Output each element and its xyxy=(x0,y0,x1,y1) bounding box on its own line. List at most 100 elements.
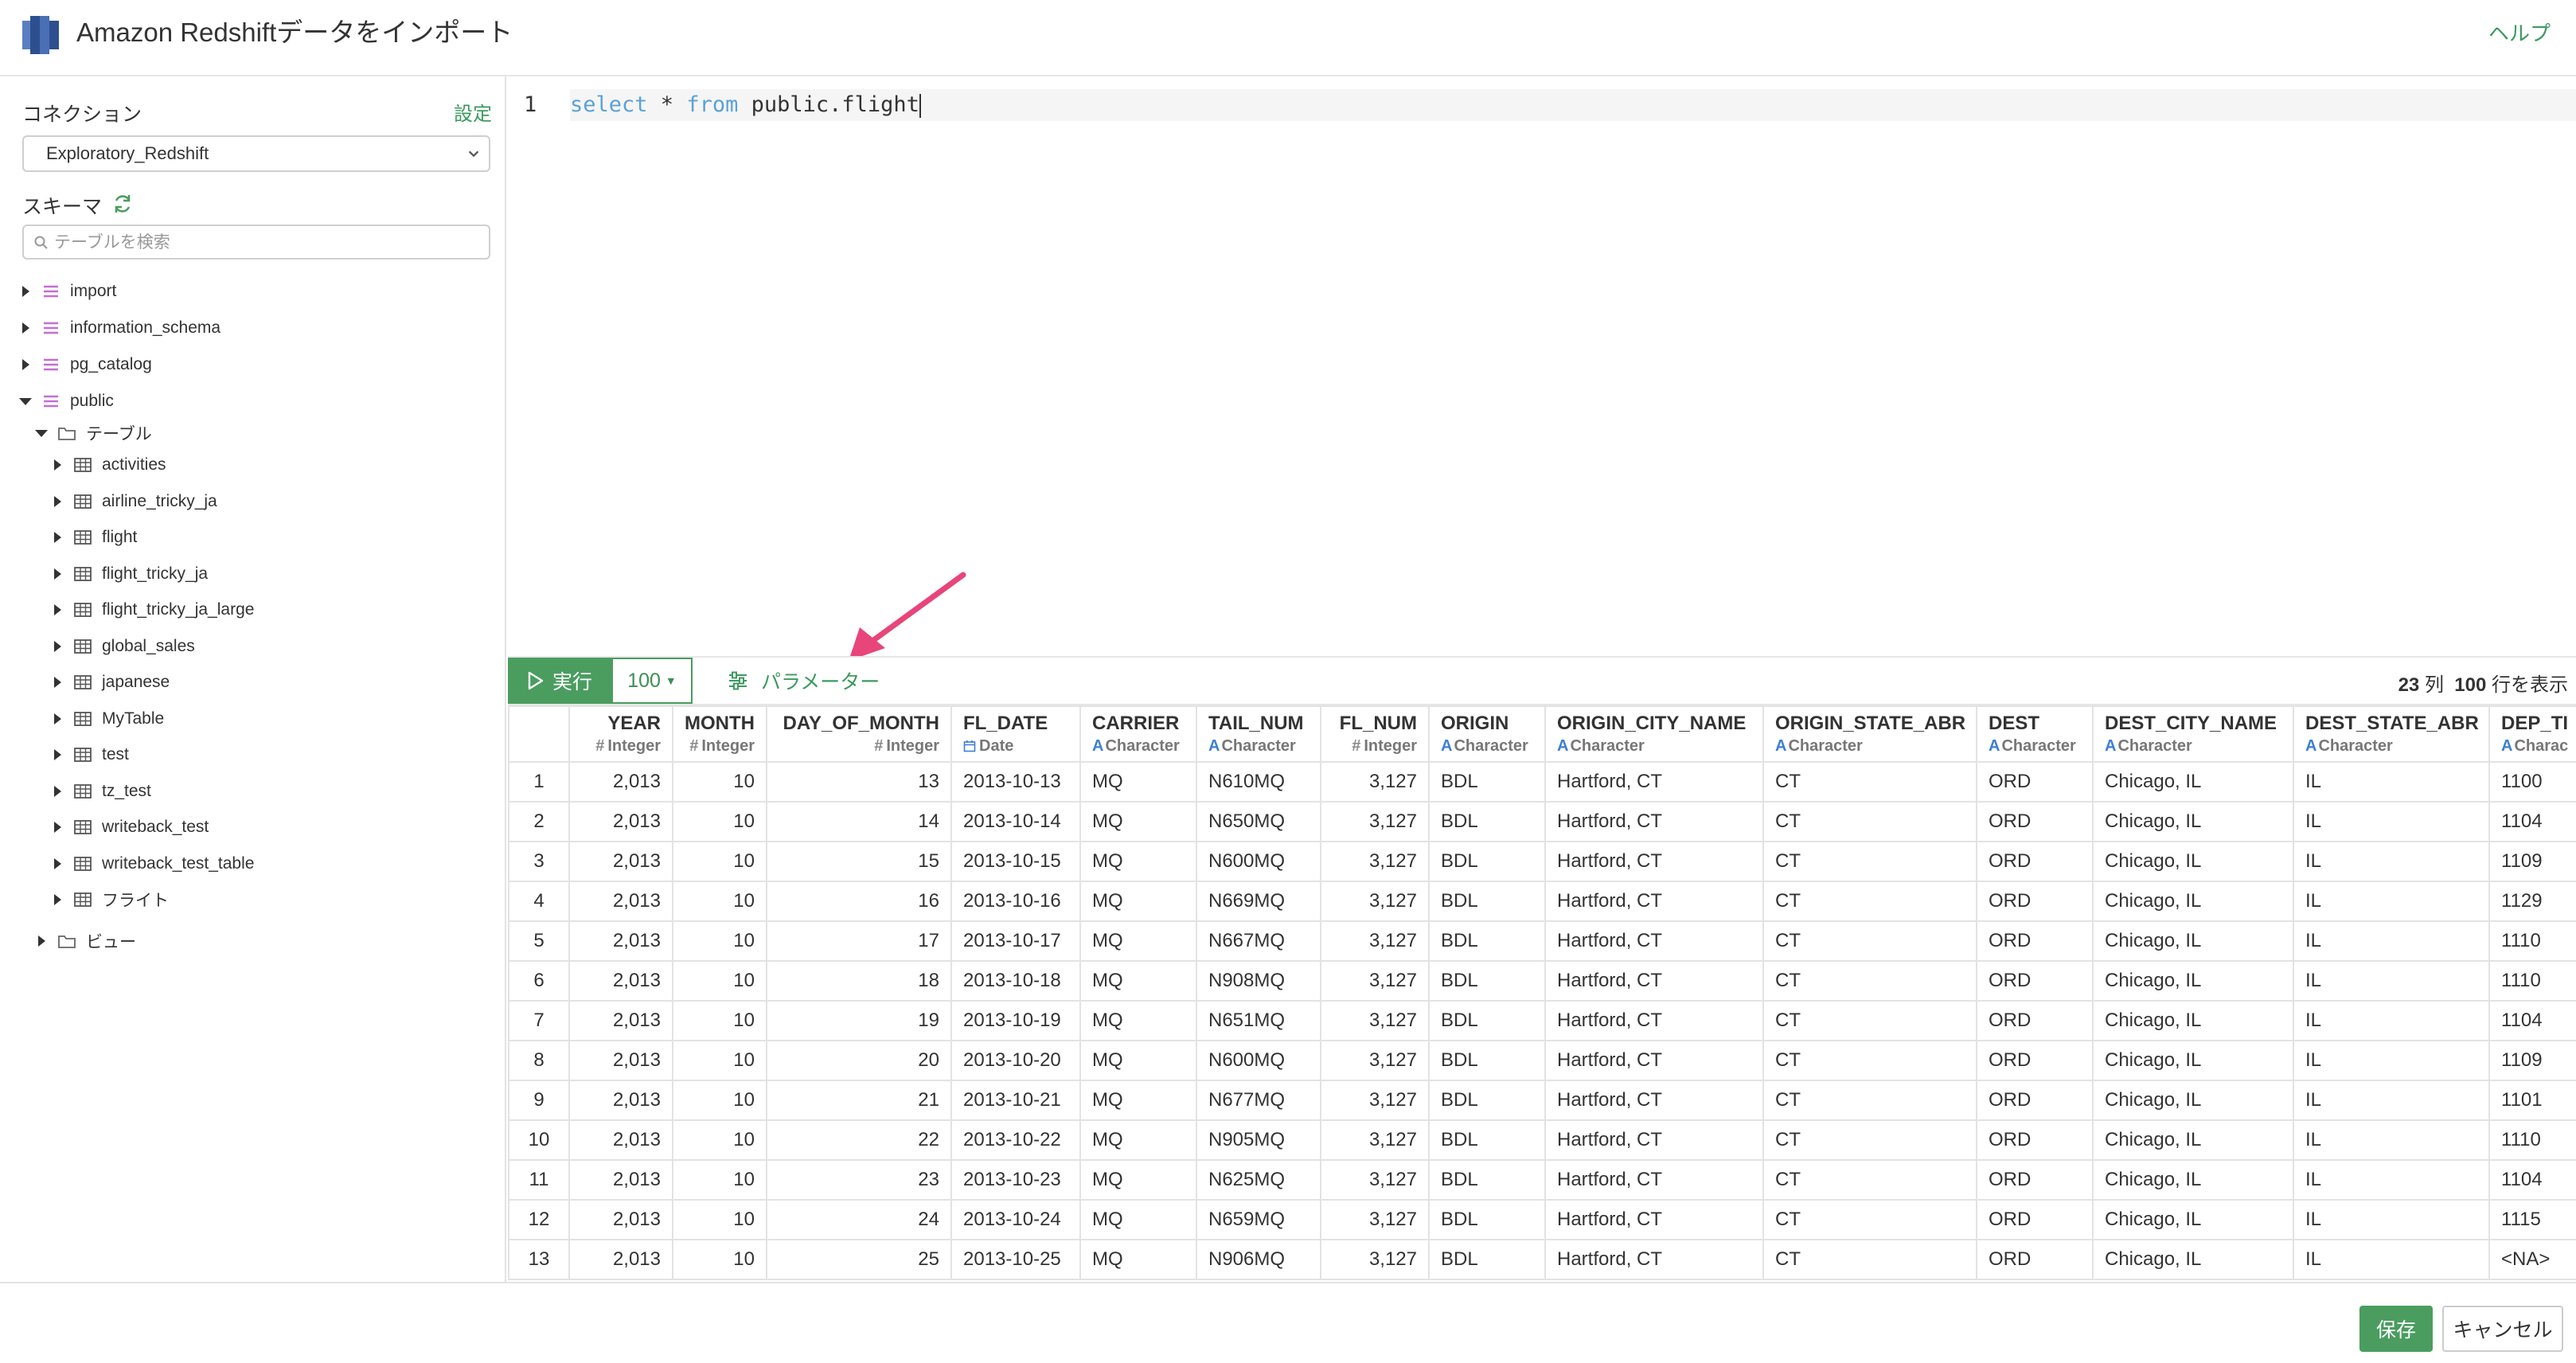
caret-down-icon[interactable] xyxy=(18,393,33,409)
table-item[interactable]: airline_tricky_ja xyxy=(49,486,217,517)
table-cell: CT xyxy=(1762,801,1977,842)
table-row[interactable]: 4 2,013 10 16 2013-10-16 MQ N669MQ 3,127 BDL Hart… xyxy=(508,881,2576,922)
table-search-input[interactable] xyxy=(53,229,478,256)
table-cell: 10 xyxy=(672,1040,767,1081)
caret-right-icon[interactable] xyxy=(49,494,65,510)
sql-keyword-select: select xyxy=(570,92,648,117)
sql-editor[interactable]: 1 select * from public.flight xyxy=(508,76,2576,656)
table-cell: 3,127 xyxy=(1320,1159,1430,1201)
column-header[interactable]: FL_NUM # Integer xyxy=(1320,705,1430,763)
caret-right-icon[interactable] xyxy=(49,747,65,763)
column-header[interactable]: DEST_STATE_ABR A Character xyxy=(2293,705,2490,763)
table-cell: Hartford, CT xyxy=(1544,881,1764,922)
table-name: フライト xyxy=(102,892,169,910)
table-item[interactable]: flight xyxy=(49,521,137,553)
schema-item-import[interactable]: import xyxy=(18,275,116,307)
table-row[interactable]: 12 2,013 10 24 2013-10-24 MQ N659MQ 3,127 BDL Har… xyxy=(508,1199,2576,1240)
caret-right-icon[interactable] xyxy=(49,639,65,654)
row-limit-dropdown[interactable]: 100 ▼ xyxy=(611,658,693,704)
table-row[interactable]: 9 2,013 10 21 2013-10-21 MQ N677MQ 3,127 BDL Hart… xyxy=(508,1080,2576,1121)
caret-right-icon[interactable] xyxy=(49,674,65,690)
column-header[interactable]: DEST A Character xyxy=(1976,705,2094,763)
caret-down-icon[interactable] xyxy=(33,425,49,441)
table-row[interactable]: 3 2,013 10 15 2013-10-15 MQ N600MQ 3,127 BDL Hart… xyxy=(508,841,2576,882)
table-cell: CT xyxy=(1762,960,1977,1002)
table-item[interactable]: japanese xyxy=(49,666,170,698)
schema-item-pg-catalog[interactable]: pg_catalog xyxy=(18,349,152,381)
column-type-label: Character xyxy=(1570,737,1645,755)
column-header[interactable]: YEAR # Integer xyxy=(568,705,673,763)
caret-right-icon[interactable] xyxy=(49,783,65,799)
column-suffix: 列 xyxy=(2424,674,2444,696)
caret-right-icon[interactable] xyxy=(49,819,65,835)
column-header[interactable]: MONTH # Integer xyxy=(672,705,767,763)
caret-right-icon[interactable] xyxy=(18,283,33,299)
table-item[interactable]: writeback_test_table xyxy=(49,848,254,880)
table-row[interactable]: 1 2,013 10 13 2013-10-13 MQ N610MQ 3,127 BDL Hart… xyxy=(508,761,2576,803)
table-item[interactable]: activities xyxy=(49,449,166,481)
table-row[interactable]: 7 2,013 10 19 2013-10-19 MQ N651MQ 3,127 BDL Hart… xyxy=(508,1000,2576,1041)
caret-right-icon[interactable] xyxy=(49,856,65,872)
table-item[interactable]: test xyxy=(49,739,129,771)
column-header[interactable]: ORIGIN_CITY_NAME A Character xyxy=(1544,705,1764,763)
table-cell: 2013-10-18 xyxy=(950,960,1081,1002)
column-header[interactable]: CARRIER A Character xyxy=(1079,705,1197,763)
column-header[interactable]: ORIGIN_STATE_ABR A Character xyxy=(1762,705,1977,763)
caret-right-icon[interactable] xyxy=(49,566,65,582)
table-row[interactable]: 11 2,013 10 23 2013-10-23 MQ N625MQ 3,127 BDL Har… xyxy=(508,1159,2576,1201)
table-item[interactable]: tz_test xyxy=(49,775,151,807)
column-header[interactable]: TAIL_NUM A Character xyxy=(1196,705,1321,763)
cancel-button[interactable]: キャンセル xyxy=(2442,1306,2563,1352)
table-row[interactable]: 8 2,013 10 20 2013-10-20 MQ N600MQ 3,127 BDL Hart… xyxy=(508,1040,2576,1081)
column-header[interactable]: DEST_CITY_NAME A Character xyxy=(2092,705,2294,763)
caret-right-icon[interactable] xyxy=(18,357,33,373)
table-item[interactable]: global_sales xyxy=(49,631,195,662)
run-button[interactable]: 実行 xyxy=(508,658,611,704)
row-number: 6 xyxy=(508,960,570,1002)
table-name: writeback_test_table xyxy=(102,854,255,873)
caret-right-icon[interactable] xyxy=(49,711,65,727)
table-search[interactable] xyxy=(22,225,490,260)
save-button[interactable]: 保存 xyxy=(2359,1306,2433,1352)
schema-item-information-schema[interactable]: information_schema xyxy=(18,312,221,344)
row-number: 5 xyxy=(508,920,570,962)
code-line[interactable]: select * from public.flight xyxy=(570,89,2576,121)
run-label: 実行 xyxy=(552,671,592,693)
column-header[interactable]: DEP_TI A Charac xyxy=(2488,705,2576,763)
caret-right-icon[interactable] xyxy=(33,933,49,949)
column-header[interactable]: DAY_OF_MONTH # Integer xyxy=(766,705,952,763)
caret-right-icon[interactable] xyxy=(49,529,65,545)
table-item[interactable]: writeback_test xyxy=(49,811,209,843)
table-row[interactable]: 10 2,013 10 22 2013-10-22 MQ N905MQ 3,127 BDL Har… xyxy=(508,1119,2576,1161)
caret-right-icon[interactable] xyxy=(18,320,33,336)
table-cell: ORD xyxy=(1976,1000,2094,1041)
table-row[interactable]: 13 2,013 10 25 2013-10-25 MQ N906MQ 3,127 BDL Har… xyxy=(508,1239,2576,1280)
help-link[interactable]: ヘルプ xyxy=(2488,19,2551,48)
column-header[interactable]: FL_DATE Date xyxy=(950,705,1081,763)
table-cell: 10 xyxy=(672,1199,767,1240)
table-item[interactable]: flight_tricky_ja_large xyxy=(49,594,254,626)
caret-right-icon[interactable] xyxy=(49,457,65,473)
sql-keyword-from: from xyxy=(686,92,739,117)
table-item[interactable]: MyTable xyxy=(49,703,164,735)
table-header-row: YEAR # Integer MONTH # Integer DAY_OF_MONTH # In… xyxy=(508,705,2576,763)
tables-folder[interactable]: テーブル xyxy=(33,417,152,449)
refresh-icon[interactable] xyxy=(111,193,134,215)
parameters-button[interactable]: パラメーター xyxy=(728,658,880,704)
table-cell: 2013-10-14 xyxy=(950,801,1081,842)
table-cell: 3,127 xyxy=(1320,801,1430,842)
table-item[interactable]: フライト xyxy=(49,884,169,916)
settings-link[interactable]: 設定 xyxy=(454,98,492,126)
schema-item-public[interactable]: public xyxy=(18,385,114,417)
caret-right-icon[interactable] xyxy=(49,892,65,908)
views-folder[interactable]: ビュー xyxy=(33,925,136,957)
table-cell: BDL xyxy=(1428,801,1546,842)
table-item[interactable]: flight_tricky_ja xyxy=(49,558,208,590)
table-row[interactable]: 5 2,013 10 17 2013-10-17 MQ N667MQ 3,127 BDL Hart… xyxy=(508,920,2576,962)
results-grid[interactable]: YEAR # Integer MONTH # Integer DAY_OF_MONTH # In… xyxy=(508,705,2576,1282)
table-row[interactable]: 6 2,013 10 18 2013-10-18 MQ N908MQ 3,127 BDL Hart… xyxy=(508,960,2576,1002)
table-row[interactable]: 2 2,013 10 14 2013-10-14 MQ N650MQ 3,127 BDL Hart… xyxy=(508,801,2576,842)
connection-select[interactable]: Exploratory_Redshift xyxy=(22,135,490,172)
caret-right-icon[interactable] xyxy=(49,602,65,618)
column-header[interactable]: ORIGIN A Character xyxy=(1428,705,1546,763)
